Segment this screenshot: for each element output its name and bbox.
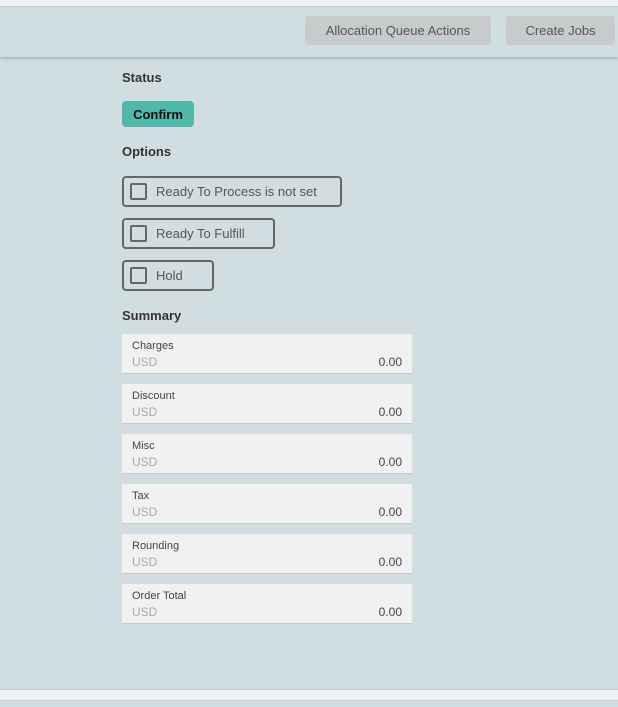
action-header: Allocation Queue Actions Create Jobs xyxy=(0,7,618,57)
summary-rounding: Rounding USD 0.00 xyxy=(122,534,412,574)
top-strip xyxy=(0,0,618,7)
currency: USD xyxy=(132,455,158,469)
amount: 0.00 xyxy=(378,455,402,469)
summary-title: Misc xyxy=(132,440,155,452)
summary-title: Rounding xyxy=(132,540,180,552)
currency: USD xyxy=(132,405,158,419)
amount: 0.00 xyxy=(378,505,402,519)
summary-title: Charges xyxy=(132,340,174,352)
summary-title: Tax xyxy=(132,490,150,502)
option-ready-to-process[interactable]: Ready To Process is not set xyxy=(122,176,342,207)
confirm-button[interactable]: Confirm xyxy=(122,101,194,127)
checkbox[interactable] xyxy=(130,183,147,200)
amount: 0.00 xyxy=(378,355,402,369)
option-label: Hold xyxy=(156,268,183,283)
summary-title: Order Total xyxy=(132,590,187,602)
currency: USD xyxy=(132,505,158,519)
options-heading: Options xyxy=(122,144,172,159)
status-heading: Status xyxy=(122,70,162,85)
summary-title: Discount xyxy=(132,390,175,402)
summary-charges: Charges USD 0.00 xyxy=(122,334,412,374)
currency: USD xyxy=(132,605,158,619)
checkbox[interactable] xyxy=(130,267,147,284)
bottom-strip xyxy=(0,689,618,701)
amount: 0.00 xyxy=(378,555,402,569)
option-ready-to-fulfill[interactable]: Ready To Fulfill xyxy=(122,218,275,249)
summary-order-total: Order Total USD 0.00 xyxy=(122,584,412,624)
summary-tax: Tax USD 0.00 xyxy=(122,484,412,524)
currency: USD xyxy=(132,355,158,369)
option-label: Ready To Fulfill xyxy=(156,226,245,241)
option-label: Ready To Process is not set xyxy=(156,184,317,199)
allocation-queue-actions-button[interactable]: Allocation Queue Actions xyxy=(305,16,491,45)
summary-discount: Discount USD 0.00 xyxy=(122,384,412,424)
checkbox[interactable] xyxy=(130,225,147,242)
currency: USD xyxy=(132,555,158,569)
create-jobs-button[interactable]: Create Jobs xyxy=(506,16,615,45)
amount: 0.00 xyxy=(378,605,402,619)
option-hold[interactable]: Hold xyxy=(122,260,214,291)
summary-misc: Misc USD 0.00 xyxy=(122,434,412,474)
amount: 0.00 xyxy=(378,405,402,419)
summary-heading: Summary xyxy=(122,308,182,323)
